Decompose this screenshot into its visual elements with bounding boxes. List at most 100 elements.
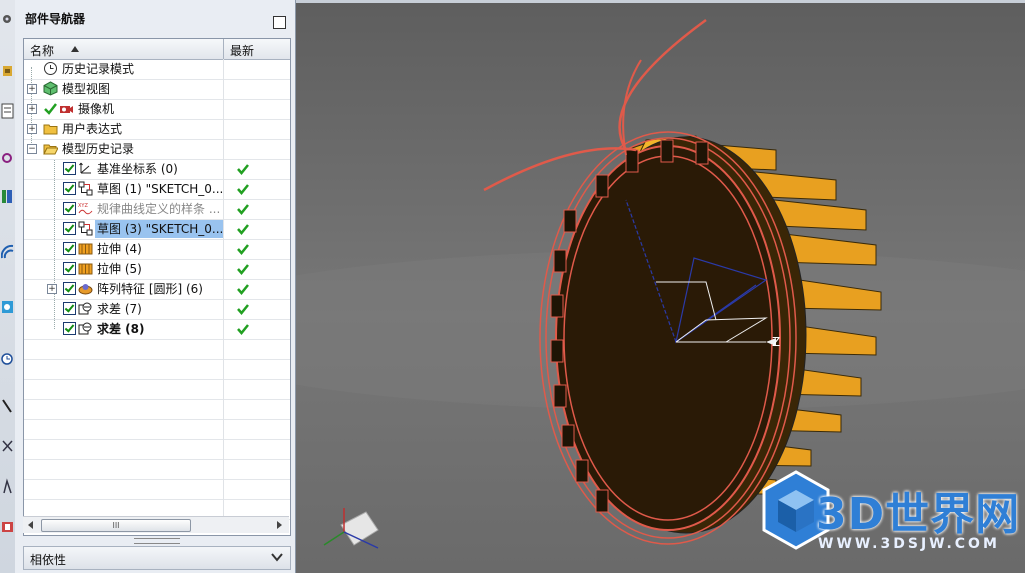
datum-csys-icon	[79, 162, 91, 174]
tree-row-label: 草图 (1) "SKETCH_0...	[97, 182, 224, 196]
visibility-checkbox[interactable]	[63, 302, 76, 315]
tree-row-user-expressions[interactable]: + 用户表达式	[24, 119, 290, 140]
reuse-library-icon[interactable]	[1, 145, 14, 167]
sort-ascending-icon	[71, 46, 79, 52]
scroll-left-icon[interactable]	[28, 521, 33, 529]
dependencies-label: 相依性	[30, 553, 67, 567]
green-check-icon	[44, 103, 57, 115]
history-icon[interactable]	[1, 348, 14, 370]
visibility-checkbox[interactable]	[63, 222, 76, 235]
palette-icon[interactable]	[1, 296, 14, 318]
z-axis-label: Z	[772, 335, 781, 349]
tree-row-label: 基准坐标系 (0)	[97, 162, 178, 176]
navigator-tree[interactable]: 名称 最新 历史记录模式 + 模型视图 + 摄像机 + 用户表达式 − 模型历史…	[23, 38, 291, 536]
graphics-window[interactable]: Z 3D世界网 WWW.3DSJW.COM	[296, 0, 1025, 573]
pattern-feature-icon	[78, 284, 93, 295]
open-folder-icon	[43, 144, 58, 155]
resource-bar	[0, 0, 16, 573]
tree-row-label: 拉伸 (4)	[97, 242, 142, 256]
up-to-date-check-icon	[237, 244, 249, 255]
expand-icon[interactable]: +	[27, 84, 37, 94]
navigator-title: 部件导航器	[25, 12, 86, 26]
tree-row-label: 模型历史记录	[62, 142, 135, 156]
tree-row-datum-csys[interactable]: 基准坐标系 (0)	[24, 159, 290, 180]
chevron-down-icon[interactable]	[270, 550, 284, 564]
up-to-date-check-icon	[237, 324, 249, 335]
up-to-date-check-icon	[237, 224, 249, 235]
clock-icon	[44, 62, 57, 75]
tree-row-label: 历史记录模式	[62, 62, 135, 76]
expand-icon[interactable]: +	[27, 124, 37, 134]
visibility-checkbox[interactable]	[63, 242, 76, 255]
law-curve-icon: XYZ	[78, 203, 93, 215]
watermark-brand: 3D世界网	[816, 489, 1021, 540]
visibility-checkbox[interactable]	[63, 182, 76, 195]
tree-row-sketch-1[interactable]: 草图 (1) "SKETCH_0...	[24, 179, 290, 200]
measure-icon[interactable]	[1, 475, 14, 497]
panel-splitter[interactable]	[134, 538, 180, 544]
settings-icon[interactable]	[1, 8, 14, 30]
role-icon[interactable]	[1, 435, 14, 457]
books-icon[interactable]	[1, 185, 14, 207]
svg-text:XYZ: XYZ	[78, 203, 88, 209]
tree-row-sketch-3[interactable]: 草图 (3) "SKETCH_0...	[24, 219, 290, 240]
tree-row-cameras[interactable]: + 摄像机	[24, 99, 290, 120]
tree-row-pattern-feature[interactable]: + 阵列特征 [圆形] (6)	[24, 279, 290, 300]
camera-icon	[60, 106, 73, 113]
tree-row-label: 阵列特征 [圆形] (6)	[97, 282, 203, 296]
maximize-icon[interactable]	[273, 16, 286, 29]
watermark-url: WWW.3DSJW.COM	[818, 536, 1000, 552]
tree-row-label: 草图 (3) "SKETCH_0...	[95, 220, 223, 238]
system-materials-icon[interactable]	[1, 516, 14, 538]
collapse-icon[interactable]: −	[27, 144, 37, 154]
visibility-checkbox[interactable]	[63, 322, 76, 335]
tree-row-label: 用户表达式	[62, 122, 123, 136]
scrollbar-thumb[interactable]: III	[41, 519, 191, 532]
tree-row-label: 模型视图	[62, 82, 111, 96]
tree-row-label: 拉伸 (5)	[97, 262, 142, 276]
tree-row-model-views[interactable]: + 模型视图	[24, 79, 290, 100]
extrude-icon	[78, 263, 93, 275]
tree-row-label: 摄像机	[78, 102, 115, 116]
column-header-latest[interactable]: 最新	[230, 42, 254, 59]
model-views-icon	[43, 81, 58, 96]
tree-row-subtract-7[interactable]: 求差 (7)	[24, 299, 290, 320]
tree-row-label: 规律曲线定义的样条 ...	[97, 202, 221, 216]
up-to-date-check-icon	[237, 264, 249, 275]
dependencies-panel[interactable]: 相依性	[23, 546, 291, 570]
scroll-right-icon[interactable]	[277, 521, 282, 529]
expand-icon[interactable]: +	[27, 104, 37, 114]
sketch-icon	[78, 221, 93, 236]
part-navigator: 部件导航器 名称 最新 历史记录模式 + 模型视图 + 摄像机 + 用户表达式 …	[15, 0, 296, 573]
folder-icon	[43, 124, 58, 135]
up-to-date-check-icon	[237, 184, 249, 195]
tree-row-extrude-4[interactable]: 拉伸 (4)	[24, 239, 290, 260]
tree-row-label: 求差 (8)	[97, 322, 145, 336]
up-to-date-check-icon	[237, 204, 249, 215]
part-navigator-icon[interactable]	[1, 100, 14, 122]
tree-row-subtract-8[interactable]: 求差 (8)	[24, 319, 290, 340]
visibility-checkbox[interactable]	[63, 282, 76, 295]
up-to-date-check-icon	[237, 304, 249, 315]
visibility-checkbox[interactable]	[63, 162, 76, 175]
tree-row-extrude-5[interactable]: 拉伸 (5)	[24, 259, 290, 280]
column-header-name[interactable]: 名称	[30, 42, 54, 59]
subtract-icon	[78, 302, 92, 315]
visibility-checkbox[interactable]	[63, 262, 76, 275]
tree-row-label: 求差 (7)	[97, 302, 142, 316]
tree-row-history-mode[interactable]: 历史记录模式	[24, 59, 290, 80]
tree-row-model-history[interactable]: − 模型历史记录	[24, 139, 290, 160]
expand-icon[interactable]: +	[47, 284, 57, 294]
web-browser-icon[interactable]	[1, 240, 14, 262]
extrude-icon	[78, 243, 93, 255]
up-to-date-check-icon	[237, 164, 249, 175]
up-to-date-check-icon	[237, 284, 249, 295]
visibility-checkbox[interactable]	[63, 202, 76, 215]
subtract-icon	[78, 322, 92, 335]
sketch-line-icon[interactable]	[1, 395, 14, 417]
horizontal-scrollbar[interactable]: III	[23, 516, 289, 533]
tree-row-law-curve-spline[interactable]: XYZ 规律曲线定义的样条 ...	[24, 199, 290, 220]
sketch-icon	[78, 181, 93, 196]
tree-header: 名称 最新	[24, 39, 290, 60]
assembly-icon[interactable]	[1, 60, 14, 82]
